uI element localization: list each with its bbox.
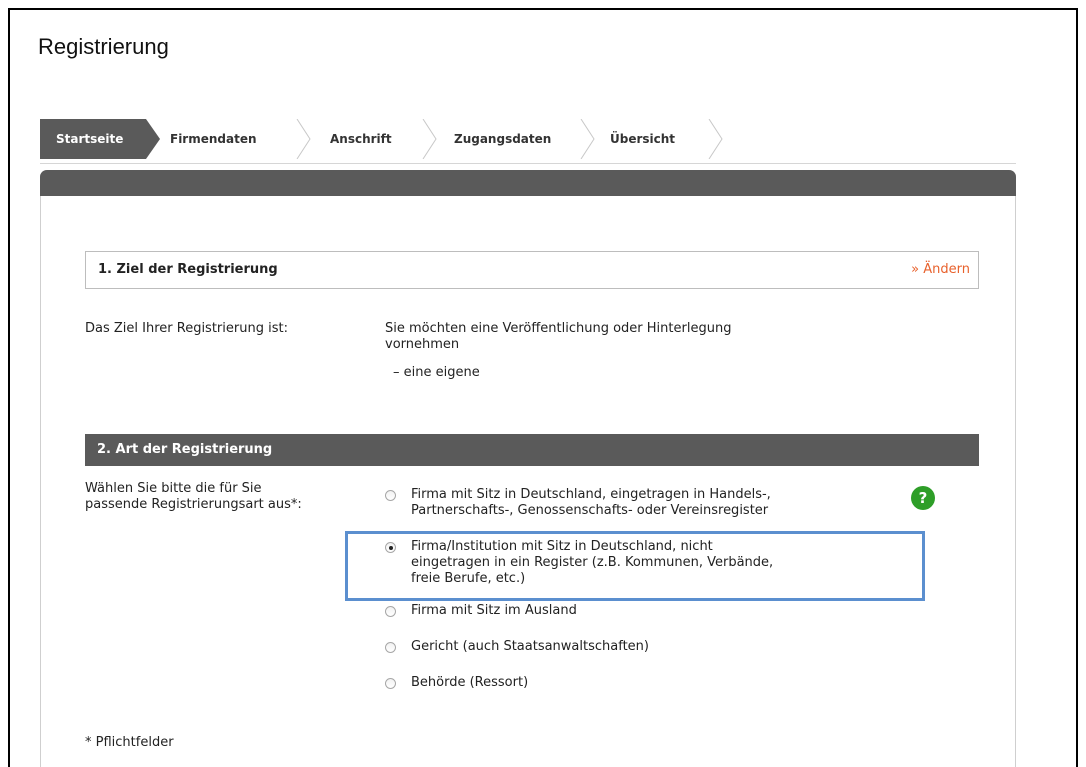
option-text: Gericht (auch Staatsanwaltschaften): [411, 639, 649, 654]
step-separator-icon: [422, 119, 437, 159]
section-goal-title: 1. Ziel der Registrierung: [98, 262, 278, 277]
option-text: Firma mit Sitz im Ausland: [411, 603, 577, 618]
radio-button[interactable]: [385, 678, 396, 689]
goal-value-line1: Sie möchten eine Veröffentlichung oder H…: [385, 321, 732, 336]
option-text: Firma/Institution mit Sitz in Deutschlan…: [411, 539, 713, 554]
page-title: Registrierung: [38, 34, 169, 59]
goal-sub: – eine eigene: [393, 365, 480, 380]
step-anschrift[interactable]: Anschrift: [330, 119, 392, 159]
step-separator-icon: [296, 119, 311, 159]
steps-divider: [40, 163, 1016, 164]
registration-card: 1. Ziel der Registrierung » Ändern Das Z…: [40, 170, 1016, 767]
required-fields-note: * Pflichtfelder: [85, 735, 174, 750]
radio-button-selected[interactable]: [385, 542, 396, 553]
step-separator-icon: [580, 119, 595, 159]
goal-label: Das Ziel Ihrer Registrierung ist:: [85, 321, 288, 336]
radio-button[interactable]: [385, 642, 396, 653]
card-header-bar: [40, 170, 1016, 196]
option-text: eingetragen in ein Register (z.B. Kommun…: [411, 555, 774, 570]
step-uebersicht[interactable]: Übersicht: [610, 119, 675, 159]
type-prompt-line2: passende Registrierungsart aus*:: [85, 497, 302, 512]
option-text: Firma mit Sitz in Deutschland, eingetrag…: [411, 487, 771, 502]
type-prompt-line1: Wählen Sie bitte die für Sie: [85, 481, 262, 496]
option-text: freie Berufe, etc.): [411, 571, 526, 586]
step-startseite[interactable]: Startseite: [40, 119, 160, 159]
goal-value-line2: vornehmen: [385, 337, 460, 352]
option-text: Partnerschafts-, Genossenschafts- oder V…: [411, 503, 769, 518]
change-goal-link[interactable]: » Ändern: [911, 262, 970, 277]
wizard-steps: Startseite Firmendaten Anschrift Zugangs…: [40, 116, 1016, 164]
help-icon[interactable]: ?: [911, 486, 935, 510]
step-firmendaten[interactable]: Firmendaten: [170, 119, 257, 159]
radio-button[interactable]: [385, 606, 396, 617]
section-goal-header: 1. Ziel der Registrierung » Ändern: [85, 251, 979, 289]
step-zugangsdaten[interactable]: Zugangsdaten: [454, 119, 551, 159]
section-type-title: 2. Art der Registrierung: [97, 442, 273, 457]
radio-button[interactable]: [385, 490, 396, 501]
page-frame: Registrierung Startseite Firmendaten Ans…: [8, 8, 1078, 767]
step-separator-icon: [708, 119, 723, 159]
section-type-header: 2. Art der Registrierung: [85, 434, 979, 466]
option-text: Behörde (Ressort): [411, 675, 529, 690]
